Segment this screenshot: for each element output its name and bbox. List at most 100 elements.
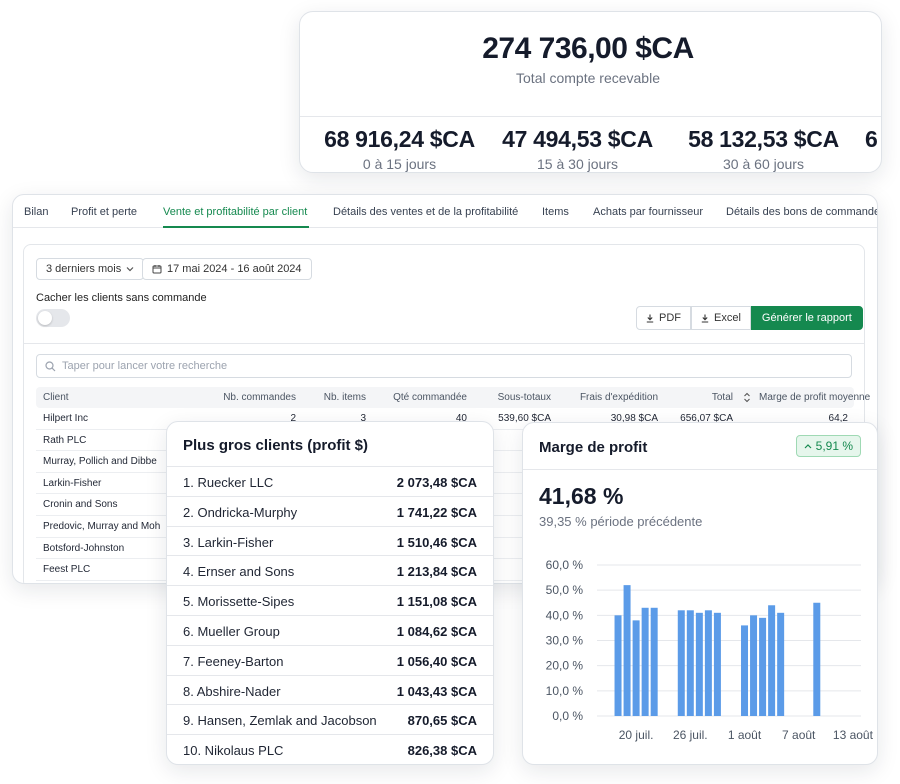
- tab-achats-fournisseur[interactable]: Achats par fournisseur: [593, 206, 703, 218]
- table-cell: Cronin and Sons: [43, 499, 118, 511]
- top-clients-list: 1. Ruecker LLC 2 073,48 $CA 2. Ondricka-Mu…: [167, 466, 493, 764]
- x-tick-label: 7 août: [782, 728, 816, 742]
- table-cell: Rath PLC: [43, 434, 87, 446]
- client-profit: 1 043,43 $CA: [396, 683, 477, 699]
- list-item: 4. Ernser and Sons 1 213,84 $CA: [167, 556, 493, 587]
- y-tick-label: 30,0 %: [546, 634, 584, 648]
- search-placeholder: Taper pour lancer votre recherche: [62, 360, 228, 372]
- x-tick-label: 26 juil.: [673, 728, 708, 742]
- period-select[interactable]: 3 derniers mois: [36, 258, 145, 280]
- list-item: 8. Abshire-Nader 1 043,43 $CA: [167, 676, 493, 706]
- report-tabs: Bilan Profit et perte Vente et profitabi…: [13, 195, 877, 228]
- y-tick-label: 10,0 %: [546, 684, 584, 698]
- tab-details-ventes[interactable]: Détails des ventes et de la profitabilit…: [333, 206, 518, 218]
- chart-bar: [777, 612, 785, 716]
- client-profit: 1 151,08 $CA: [396, 594, 477, 610]
- margin-divider: [523, 469, 877, 470]
- client-name: 6. Mueller Group: [183, 623, 280, 639]
- x-tick-label: 13 août: [833, 728, 874, 742]
- bucket-amount: 6: [865, 126, 878, 152]
- col-total[interactable]: Total: [712, 392, 733, 403]
- client-profit: 1 213,84 $CA: [396, 564, 477, 580]
- receivables-bucket-30-60: 58 132,53 $CA 30 à 60 jours: [676, 126, 851, 172]
- pdf-button[interactable]: PDF: [636, 306, 691, 330]
- client-profit: 2 073,48 $CA: [396, 475, 477, 490]
- receivables-total-amount: 274 736,00 $CA: [482, 32, 694, 65]
- col-client[interactable]: Client: [43, 392, 69, 403]
- receivables-total-label: Total compte recevable: [516, 70, 660, 86]
- client-name: 10. Nikolaus PLC: [183, 743, 284, 759]
- table-cell: Feest PLC: [43, 564, 91, 576]
- list-item: 10. Nikolaus PLC 826,38 $CA: [167, 735, 493, 764]
- hide-clients-toggle[interactable]: [36, 309, 70, 327]
- chart-bar: [704, 610, 712, 716]
- chevron-down-icon: [126, 267, 134, 272]
- pdf-button-label: PDF: [659, 312, 681, 324]
- client-name: 8. Abshire-Nader: [183, 683, 281, 699]
- tab-vente-par-client[interactable]: Vente et profitabilité par client: [163, 206, 307, 218]
- client-profit: 1 056,40 $CA: [396, 653, 477, 669]
- chart-bar: [713, 612, 721, 716]
- client-name: 4. Ernser and Sons: [183, 564, 295, 580]
- date-range-picker[interactable]: 17 mai 2024 - 16 août 2024: [142, 258, 312, 280]
- chart-bar: [695, 612, 703, 716]
- profit-margin-value: 41,68 %: [539, 483, 624, 509]
- chart-bar: [641, 607, 649, 716]
- hide-clients-label: Cacher les clients sans commande: [36, 292, 207, 304]
- date-range-value: 17 mai 2024 - 16 août 2024: [167, 263, 302, 275]
- trend-badge-value: 5,91 %: [815, 439, 853, 453]
- client-profit: 1 741,22 $CA: [396, 504, 477, 520]
- active-tab-indicator: [163, 226, 309, 228]
- download-icon: [701, 314, 709, 323]
- receivables-bucket-60-plus: 6: [865, 126, 881, 153]
- col-qte-commandee[interactable]: Qté commandée: [393, 392, 467, 403]
- col-frais-expedition[interactable]: Frais d'expédition: [580, 392, 658, 403]
- sort-icon[interactable]: [743, 392, 751, 403]
- col-nb-items[interactable]: Nb. items: [324, 392, 366, 403]
- table-cell: Larkin-Fisher: [43, 477, 102, 489]
- chart-bar: [632, 620, 640, 716]
- client-profit: 870,65 $CA: [407, 713, 477, 729]
- receivables-divider: [300, 116, 881, 117]
- table-cell: Hilpert Inc: [43, 413, 89, 424]
- period-select-value: 3 derniers mois: [46, 263, 122, 275]
- col-marge-profit[interactable]: Marge de profit moyenne: [759, 392, 870, 403]
- client-name: 5. Morissette-Sipes: [183, 594, 295, 610]
- search-input[interactable]: Taper pour lancer votre recherche: [36, 354, 852, 378]
- list-item: 2. Ondricka-Murphy 1 741,22 $CA: [167, 497, 493, 527]
- tab-items[interactable]: Items: [542, 206, 569, 218]
- table-cell: Murray, Pollich and Dibbe: [43, 456, 157, 468]
- table-cell: Predovic, Murray and Moh: [43, 520, 161, 532]
- client-name: 2. Ondricka-Murphy: [183, 504, 298, 520]
- client-profit: 1 510,46 $CA: [396, 534, 477, 550]
- client-name: 3. Larkin-Fisher: [183, 534, 274, 550]
- excel-button-label: Excel: [714, 312, 741, 324]
- bucket-label: 0 à 15 jours: [362, 156, 437, 172]
- tab-profit-et-perte[interactable]: Profit et perte: [71, 206, 137, 218]
- excel-button[interactable]: Excel: [691, 306, 751, 330]
- chart-bar: [677, 610, 685, 716]
- generate-report-button[interactable]: Générer le rapport: [750, 306, 863, 330]
- receivables-bucket-15-30: 47 494,53 $CA 15 à 30 jours: [490, 126, 665, 172]
- export-button-group: PDF Excel Générer le rapport: [636, 306, 863, 330]
- receivables-total: 274 736,00 $CA Total compte recevable: [300, 32, 876, 86]
- tab-details-bons-commande[interactable]: Détails des bons de commande: [726, 206, 877, 218]
- y-tick-label: 20,0 %: [546, 659, 584, 673]
- list-item: 3. Larkin-Fisher 1 510,46 $CA: [167, 527, 493, 557]
- bucket-amount: 47 494,53 $CA: [502, 126, 653, 152]
- x-tick-label: 1 août: [728, 728, 762, 742]
- top-clients-card: Plus gros clients (profit $) 1. Ruecker …: [166, 421, 494, 765]
- panel-divider: [24, 343, 864, 344]
- chart-bar: [813, 602, 821, 716]
- col-nb-commandes[interactable]: Nb. commandes: [223, 392, 296, 403]
- chart-bar: [741, 625, 749, 716]
- download-icon: [646, 314, 654, 323]
- bucket-label: 15 à 30 jours: [537, 156, 618, 172]
- trend-badge: 5,91 %: [795, 435, 861, 457]
- col-sous-totaux[interactable]: Sous-totaux: [498, 392, 551, 403]
- tab-bilan[interactable]: Bilan: [24, 206, 48, 218]
- y-tick-label: 0,0 %: [552, 709, 583, 723]
- list-item: 5. Morissette-Sipes 1 151,08 $CA: [167, 586, 493, 616]
- table-cell: Botsford-Johnston: [43, 542, 125, 554]
- list-item: 1. Ruecker LLC 2 073,48 $CA: [167, 467, 493, 497]
